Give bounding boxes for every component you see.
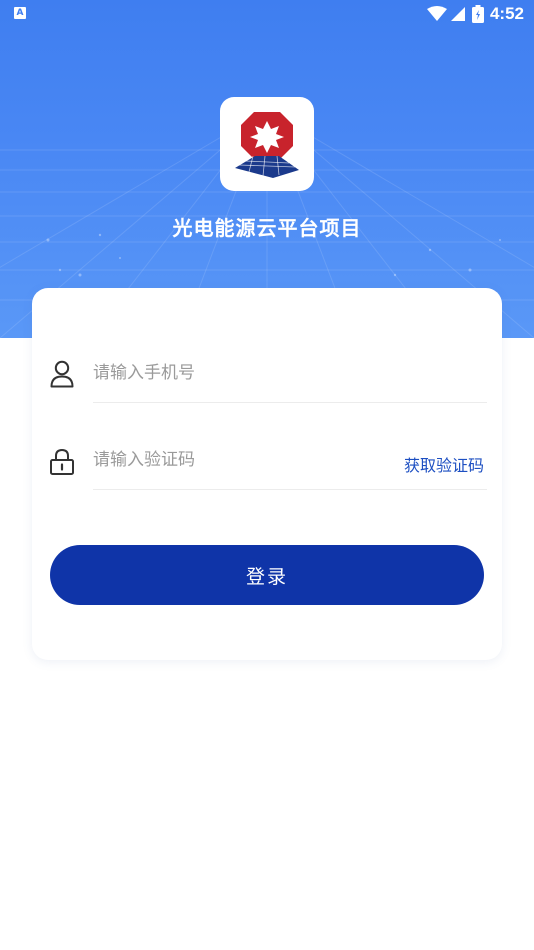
status-bar: A 4:52 xyxy=(0,0,534,28)
verification-code-input[interactable] xyxy=(93,445,373,475)
phone-input[interactable] xyxy=(93,358,373,388)
lock-icon xyxy=(50,448,74,475)
app-notification-icon: A xyxy=(14,7,26,19)
phone-field-underline xyxy=(93,402,487,403)
status-time: 4:52 xyxy=(489,4,524,23)
code-field-underline xyxy=(93,489,487,490)
user-icon xyxy=(50,360,74,388)
login-button[interactable]: 登录 xyxy=(50,545,484,605)
battery-icon xyxy=(471,5,484,23)
solar-panel-logo-icon xyxy=(235,112,299,178)
get-code-button[interactable]: 获取验证码 xyxy=(404,452,484,476)
app-logo xyxy=(220,97,314,191)
code-field: 获取验证码 xyxy=(32,433,502,493)
phone-field xyxy=(32,346,502,406)
cellular-signal-icon xyxy=(450,7,465,21)
login-card: 获取验证码 登录 xyxy=(32,288,502,660)
app-title: 光电能源云平台项目 xyxy=(172,216,362,240)
wifi-icon xyxy=(426,6,447,21)
